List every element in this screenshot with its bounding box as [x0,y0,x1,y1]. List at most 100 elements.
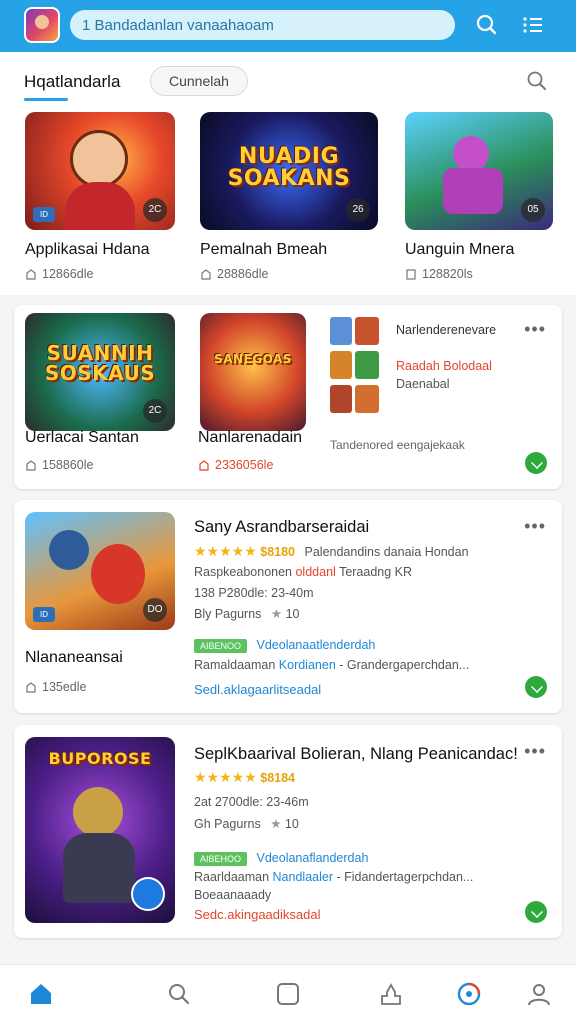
age-badge: 2C [143,198,167,222]
game-thumbnail[interactable]: SUANNIH SOSKAUS 2C [25,313,175,431]
players-text: Gh Pagurns [194,817,261,831]
game-name[interactable]: Uerlacai Santan [25,429,139,447]
download-icon[interactable] [525,452,547,474]
collection-card[interactable]: SUANNIH SOSKAUS 2C Uerlacai Santan 15886… [14,305,562,489]
players-text: Bly Pagurns [194,607,262,621]
game-thumbnail[interactable]: 05 [405,112,553,230]
developer-link[interactable]: Nandlaaler [273,870,333,884]
more-options-icon[interactable]: ••• [524,741,546,762]
featured-item[interactable]: 05 Uanguin Mnera 128820ls [405,112,553,281]
age-badge: DO [143,598,167,622]
tag-text[interactable]: Vdeolanaflanderdah [257,851,369,865]
game-name[interactable]: Nlananeansai [25,649,123,667]
details-link[interactable]: Sedl.aklagaarlitseadal [194,682,321,697]
game-title[interactable]: Sany Asrandbarseraidai [194,518,369,537]
game-thumbnail[interactable]: SANEGOAS [200,313,306,431]
featured-item[interactable]: ID 2C Applikasai Hdana 12866dle [25,112,175,281]
search-bar[interactable] [70,10,455,40]
game-title[interactable]: SeplKbaarival Bolieran, Nlang Peanicanda… [194,745,518,764]
developer-detail-row: Boeaanaaady [194,888,272,902]
rating-count: 10 [284,817,299,831]
game-list-card[interactable]: ID DO Nlananeansai 135edle Sany Asrandba… [14,500,562,713]
players-row: Bly Pagurns ★ 10 [194,606,300,621]
mini-thumb [355,351,379,379]
profile-icon[interactable] [526,981,552,1007]
character-body [443,168,503,214]
game-list-card[interactable]: BUPOROSE SeplKbaarival Bolieran, Nlang P… [14,725,562,938]
mini-thumb [330,385,352,413]
library-icon[interactable] [275,981,301,1007]
size-icon [26,682,36,693]
mini-thumb-grid[interactable] [330,317,380,415]
download-icon[interactable] [525,676,547,698]
platform-badge: ID [33,207,55,222]
play-badge [131,877,165,911]
character-art [91,544,145,604]
game-name[interactable]: Applikasai Hdana [25,241,175,259]
tag-badge: AIBEHOO [194,852,248,866]
game-thumbnail[interactable]: ID DO [25,512,175,630]
game-name[interactable]: Nanlarenadain [198,429,302,447]
tag-text[interactable]: Vdeolanaatlenderdah [257,638,376,652]
size-icon [199,460,209,471]
developer-row: Raarldaaman Nandlaaler - Fidandertagerpc… [194,870,473,884]
size-icon [406,269,416,280]
collection-title[interactable]: Narlenderenevare [396,323,496,337]
thumbnail-title: BUPOROSE [48,749,152,768]
search-icon[interactable] [474,12,500,38]
more-options-icon[interactable]: ••• [524,319,546,340]
developer-label: Raarldaaman [194,870,270,884]
game-size: 128820ls [422,267,473,281]
search-icon[interactable] [526,70,548,92]
game-thumbnail[interactable]: BUPOROSE [25,737,175,923]
character-art [453,136,489,172]
mini-thumb [355,385,379,413]
game-thumbnail[interactable]: ID 2C [25,112,175,230]
section-title[interactable]: Hqatlandarla [24,72,120,92]
game-thumbnail[interactable]: NUADIG SOAKANS 26 [200,112,378,230]
character-body [63,833,135,903]
age-badge: 2C [143,399,167,423]
game-size: 2336056le [215,458,274,472]
bottom-navigation [0,964,576,1024]
game-name[interactable]: Uanguin Mnera [405,241,553,259]
home-icon[interactable] [28,981,54,1007]
search-input[interactable] [82,16,455,34]
developer-link[interactable]: Kordianen [279,658,336,672]
menu-icon[interactable] [520,12,546,38]
mini-thumb [330,317,352,345]
mini-thumb [330,351,352,379]
developer-label: Ramaldaaman [194,658,276,672]
search-icon[interactable] [166,981,192,1007]
mini-thumb [355,317,379,345]
details-link[interactable]: Sedc.akingaadiksadal [194,907,320,922]
game-meta: 128820ls [405,267,553,281]
size-row: 138 P280dle: 23-40m [194,586,314,600]
download-icon[interactable] [525,901,547,923]
rating-row: ★★★★★ $8184 [194,769,295,786]
description-text: Teraadng KR [339,565,413,579]
featured-item[interactable]: NUADIG SOAKANS 26 Pemalnah Bmeah 28886dl… [200,112,378,281]
rating-count: 10 [285,607,300,621]
size-row: 2at 2700dle: 23-46m [194,795,309,809]
thumbnail-title: SUANNIH SOSKAUS [44,341,156,385]
top-bar [0,0,576,52]
age-badge: 05 [521,198,545,222]
platform-badge: ID [33,607,55,622]
more-options-icon[interactable]: ••• [524,516,546,537]
games-icon[interactable] [456,981,482,1007]
game-size: 12866dle [42,267,94,281]
game-size: 28886dle [217,267,269,281]
players-row: Gh Pagurns ★ 10 [194,816,299,831]
avatar[interactable] [24,7,60,43]
tag-row: AIBEHOO Vdeolanaflanderdah [194,851,368,866]
character-art [73,787,123,837]
character-art [70,130,128,188]
game-meta: 135edle [25,680,87,694]
share-icon[interactable] [378,981,404,1007]
price: $8184 [260,771,296,785]
game-name[interactable]: Pemalnah Bmeah [200,241,378,259]
game-size: 135edle [42,680,87,694]
filter-chip[interactable]: Cunnelah [150,66,248,96]
developer-detail: - Fidandertagerpchdan... [336,870,474,884]
